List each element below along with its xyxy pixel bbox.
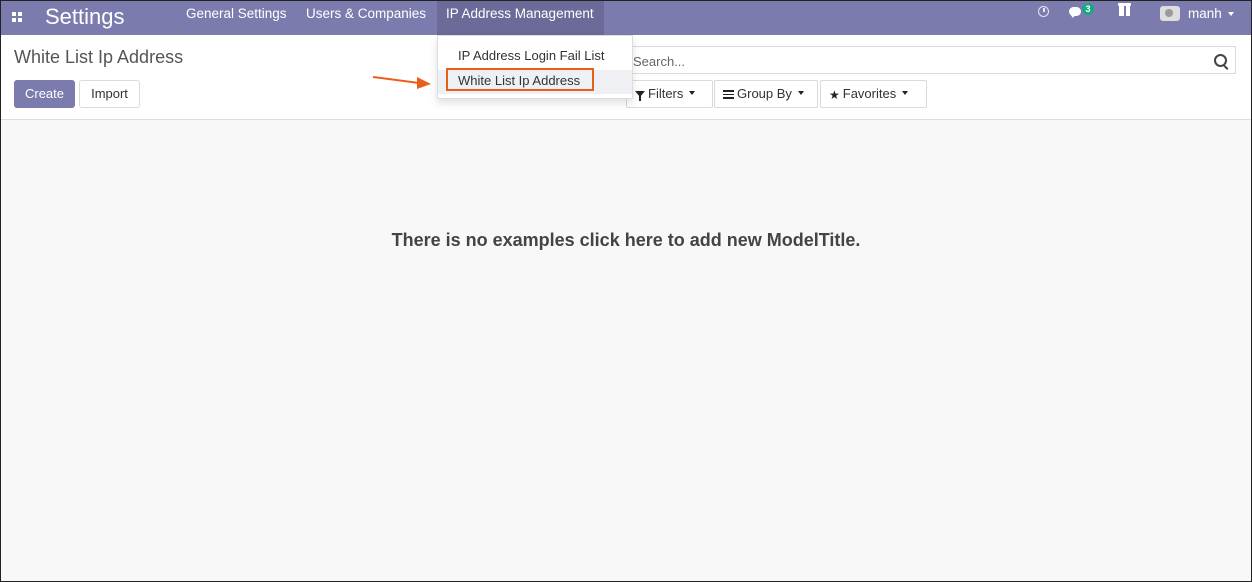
caret-down-icon xyxy=(797,90,804,95)
user-caret-down-icon[interactable] xyxy=(1228,12,1234,16)
search-input[interactable] xyxy=(631,49,1205,73)
breadcrumb: White List Ip Address xyxy=(14,47,184,67)
dropdown-item-login-fail-list[interactable]: IP Address Login Fail List xyxy=(438,45,632,67)
group-by-button[interactable]: Group By xyxy=(714,80,818,108)
app-title[interactable]: Settings xyxy=(45,1,125,33)
group-by-label: Group By xyxy=(737,86,792,101)
chat-count-badge: 3 xyxy=(1082,3,1094,15)
search-box xyxy=(626,46,1236,74)
apps-menu-icon[interactable] xyxy=(12,12,22,22)
user-avatar[interactable] xyxy=(1160,6,1180,21)
import-button[interactable]: Import xyxy=(79,80,140,108)
create-button[interactable]: Create xyxy=(14,80,75,108)
funnel-icon xyxy=(635,90,645,101)
star-icon: ★ xyxy=(829,87,840,102)
main-content: There is no examples click here to add n… xyxy=(1,120,1251,581)
filters-button[interactable]: Filters xyxy=(626,80,713,108)
menu-ip-address-management[interactable]: IP Address Management xyxy=(437,1,604,35)
search-icon[interactable] xyxy=(1214,54,1227,67)
highlight-box xyxy=(446,68,594,91)
filters-label: Filters xyxy=(648,86,684,101)
user-name[interactable]: manh xyxy=(1188,1,1222,26)
empty-state-message[interactable]: There is no examples click here to add n… xyxy=(1,230,1251,251)
bars-icon xyxy=(723,90,734,99)
menu-general-settings[interactable]: General Settings xyxy=(177,1,296,35)
gift-icon[interactable] xyxy=(1118,3,1131,16)
page-frame: Settings General Settings Users & Compan… xyxy=(0,0,1252,582)
activity-clock-icon[interactable] xyxy=(1038,6,1049,17)
favorites-label: Favorites xyxy=(842,86,897,101)
top-navbar: Settings General Settings Users & Compan… xyxy=(1,1,1251,35)
menu-users-companies[interactable]: Users & Companies xyxy=(297,1,435,35)
annotation-arrow-icon xyxy=(372,76,431,89)
caret-down-icon xyxy=(689,90,696,95)
favorites-button[interactable]: ★ Favorites xyxy=(820,80,927,108)
chat-icon[interactable] xyxy=(1069,7,1081,18)
caret-down-icon xyxy=(902,90,909,95)
